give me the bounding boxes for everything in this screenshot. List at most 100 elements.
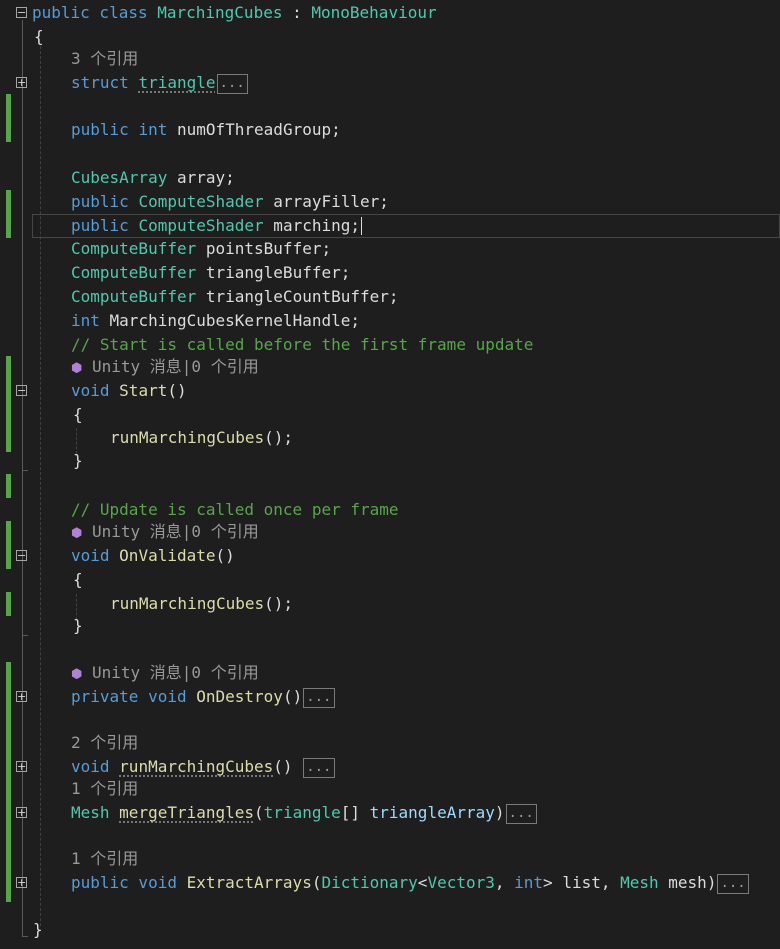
- open-brace: {: [34, 27, 44, 46]
- codelens[interactable]: ⬢ Unity 消息|0 个引用: [0, 661, 780, 685]
- code-line[interactable]: ComputeBuffer pointsBuffer;: [0, 237, 780, 261]
- close-brace: }: [33, 920, 43, 939]
- code-line[interactable]: public int numOfThreadGroup;: [0, 118, 780, 142]
- code-line[interactable]: runMarchingCubes();: [0, 426, 780, 450]
- type-keyword: int: [514, 873, 544, 892]
- punctuation: (): [273, 757, 303, 776]
- punctuation: <: [417, 873, 428, 892]
- code-line-current[interactable]: public ComputeShader marching;: [0, 214, 780, 238]
- code-editor[interactable]: − + − − + + + + public class MarchingCub…: [0, 0, 780, 949]
- code-line[interactable]: // Update is called once per frame: [0, 498, 780, 522]
- keyword: void: [71, 381, 120, 400]
- parameter-name: triangleArray: [369, 803, 495, 822]
- codelens[interactable]: 2 个引用: [0, 731, 780, 755]
- comment: // Update is called once per frame: [71, 500, 399, 519]
- method-name: runMarchingCubes: [119, 757, 274, 776]
- code-line[interactable]: ComputeBuffer triangleCountBuffer;: [0, 285, 780, 309]
- text-caret: [361, 217, 362, 235]
- collapsed-region[interactable]: ...: [505, 803, 537, 824]
- code-line[interactable]: public ComputeShader arrayFiller;: [0, 190, 780, 214]
- codelens[interactable]: 1 个引用: [0, 847, 780, 871]
- reference-count[interactable]: 1 个引用: [71, 847, 138, 871]
- field-declaration: marching;: [263, 216, 360, 235]
- code-line[interactable]: {: [0, 403, 780, 427]
- keyword: void: [71, 757, 120, 776]
- code-line[interactable]: Mesh mergeTriangles(triangle[] triangleA…: [0, 801, 780, 825]
- unity-cube-icon: ⬢: [71, 667, 83, 682]
- reference-count[interactable]: 1 个引用: [71, 777, 138, 801]
- punctuation: (: [254, 803, 264, 822]
- parameter-name: mesh: [658, 873, 707, 892]
- code-line[interactable]: CubesArray array;: [0, 166, 780, 190]
- punctuation: ): [494, 803, 505, 822]
- type-name: CubesArray: [71, 168, 168, 187]
- type-keyword: int: [138, 120, 168, 139]
- change-marker: [6, 474, 11, 498]
- field-declaration: arrayFiller;: [263, 192, 389, 211]
- codelens[interactable]: ⬢ Unity 消息|0 个引用: [0, 355, 780, 379]
- close-brace: }: [73, 451, 83, 470]
- comment: // Start is called before the first fram…: [71, 335, 534, 354]
- collapsed-region[interactable]: ...: [303, 757, 335, 778]
- codelens[interactable]: 3 个引用: [0, 47, 780, 71]
- code-line[interactable]: {: [0, 25, 780, 49]
- punctuation: (): [282, 687, 303, 706]
- punctuation: (): [167, 381, 187, 400]
- type-name: ComputeBuffer: [71, 287, 197, 306]
- code-line[interactable]: runMarchingCubes();: [0, 592, 780, 616]
- codelens[interactable]: 1 个引用: [0, 777, 780, 801]
- code-line[interactable]: public class MarchingCubes : MonoBehavio…: [0, 1, 780, 25]
- field-declaration: triangleCountBuffer;: [196, 287, 399, 306]
- code-line[interactable]: }: [0, 449, 780, 473]
- code-line[interactable]: private void OnDestroy()...: [0, 685, 780, 709]
- punctuation: []: [340, 803, 370, 822]
- code-line[interactable]: void Start(): [0, 379, 780, 403]
- keyword: struct: [71, 73, 139, 92]
- method-name: OnDestroy: [196, 687, 283, 706]
- method-call: runMarchingCubes: [110, 594, 265, 613]
- open-brace: {: [73, 405, 83, 424]
- keyword: public void: [71, 873, 187, 892]
- collapsed-region[interactable]: ...: [303, 687, 335, 708]
- close-brace: }: [73, 616, 83, 635]
- code-line[interactable]: ComputeBuffer triangleBuffer;: [0, 261, 780, 285]
- reference-count[interactable]: 3 个引用: [71, 47, 138, 71]
- code-line[interactable]: void runMarchingCubes() ...: [0, 755, 780, 779]
- type-keyword: int: [71, 311, 100, 330]
- unity-message-lens[interactable]: Unity 消息|0 个引用: [92, 522, 259, 541]
- code-line[interactable]: {: [0, 568, 780, 592]
- unity-message-lens[interactable]: Unity 消息|0 个引用: [92, 357, 259, 376]
- collapsed-region[interactable]: ...: [717, 873, 749, 894]
- punctuation: (): [215, 546, 235, 565]
- parameter-type: triangle: [263, 803, 341, 822]
- unity-cube-icon: ⬢: [71, 526, 83, 541]
- keyword: public: [71, 120, 139, 139]
- unity-message-lens[interactable]: Unity 消息|0 个引用: [92, 663, 259, 682]
- collapsed-region[interactable]: ...: [216, 73, 248, 94]
- type-name: Mesh: [71, 803, 110, 822]
- unity-cube-icon: ⬢: [71, 361, 83, 376]
- reference-count[interactable]: 2 个引用: [71, 731, 138, 755]
- code-line[interactable]: void OnValidate(): [0, 544, 780, 568]
- code-line[interactable]: int MarchingCubesKernelHandle;: [0, 309, 780, 333]
- code-line[interactable]: public void ExtractArrays(Dictionary<Vec…: [0, 871, 780, 895]
- code-line[interactable]: // Start is called before the first fram…: [0, 333, 780, 357]
- code-line[interactable]: struct triangle...: [0, 71, 780, 95]
- codelens[interactable]: ⬢ Unity 消息|0 个引用: [0, 520, 780, 544]
- struct-name: triangle: [138, 73, 216, 92]
- method-name: Start: [119, 381, 168, 400]
- field-declaration: pointsBuffer;: [196, 239, 332, 258]
- punctuation: ,: [494, 873, 515, 892]
- base-class: MonoBehaviour: [311, 3, 437, 22]
- code-line[interactable]: }: [0, 918, 780, 942]
- type-name: ComputeShader: [138, 216, 264, 235]
- keyword: private void: [71, 687, 197, 706]
- parameter-type: Dictionary: [321, 873, 418, 892]
- type-name: ComputeShader: [138, 192, 264, 211]
- field-declaration: MarchingCubesKernelHandle;: [99, 311, 360, 330]
- code-line[interactable]: }: [0, 614, 780, 638]
- method-name: ExtractArrays: [186, 873, 312, 892]
- keyword: public: [71, 216, 139, 235]
- punctuation: :: [282, 3, 312, 22]
- type-name: ComputeBuffer: [71, 263, 197, 282]
